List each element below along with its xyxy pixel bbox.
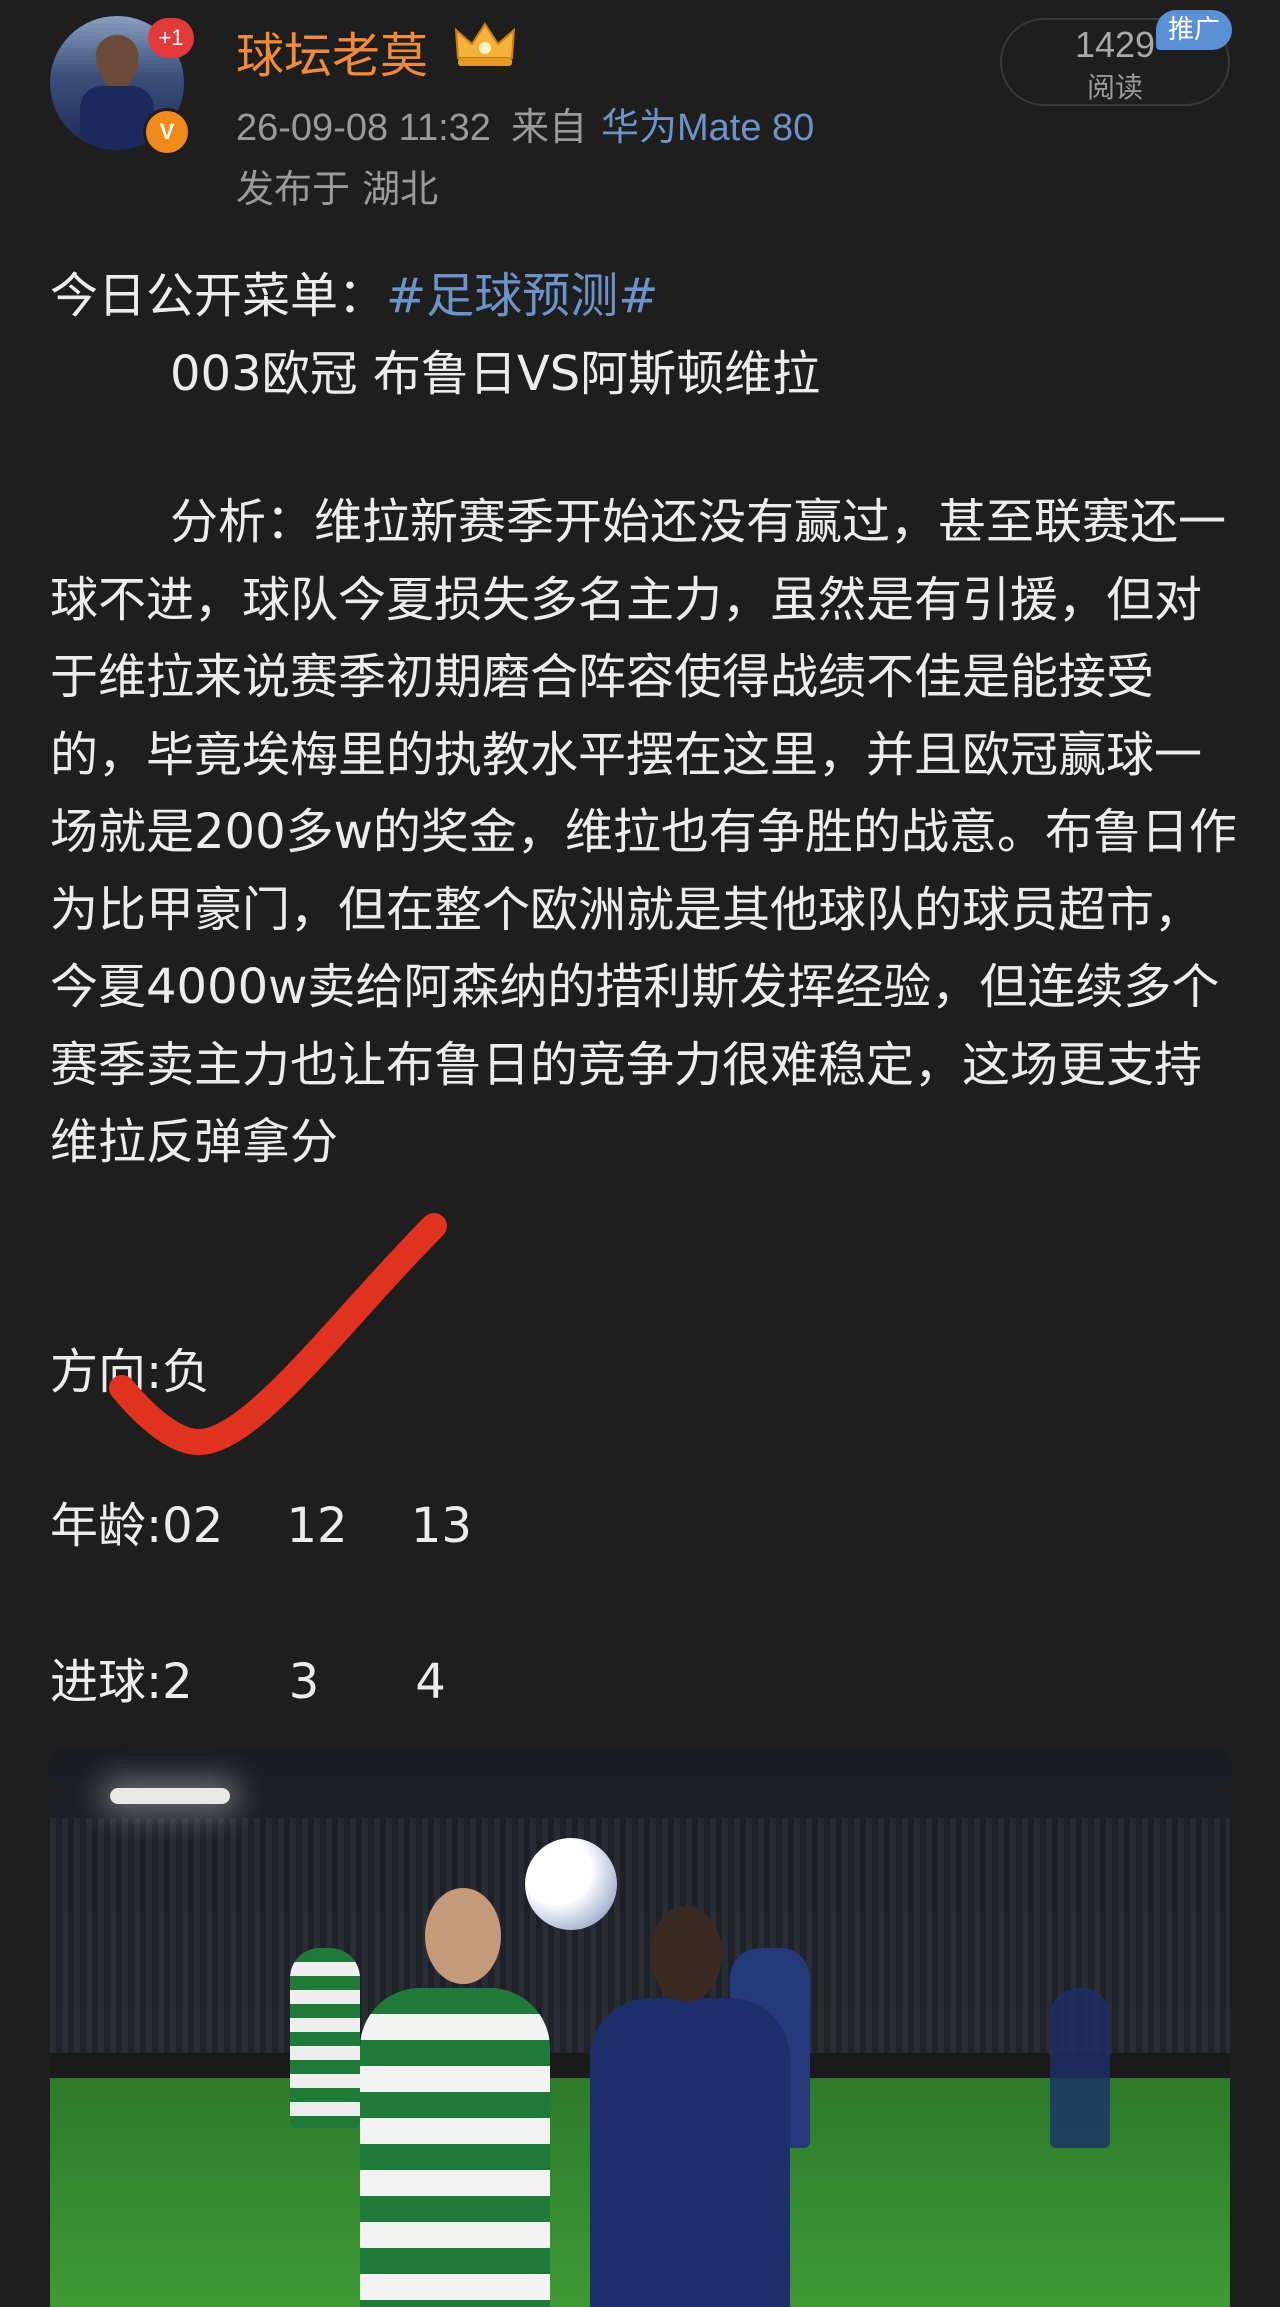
check-mark-icon (109, 1213, 447, 1455)
crown-icon (454, 22, 516, 66)
menu-line: 今日公开菜单：#足球预测# (50, 256, 658, 326)
from-label: 来自 (510, 107, 587, 149)
football (525, 1838, 617, 1930)
device-link[interactable]: 华为Mate 80 (601, 107, 814, 149)
timestamp: 26-09-08 11:32 (236, 107, 491, 149)
player-feyenoord (590, 1998, 790, 2307)
player-celtic (360, 1988, 550, 2307)
promo-tag[interactable]: 推广 (1156, 10, 1232, 50)
player-head (425, 1888, 501, 1984)
location: 发布于 湖北 (236, 167, 439, 211)
menu-prefix: 今日公开菜单： (50, 268, 387, 324)
follow-plus-badge[interactable]: +1 (148, 18, 194, 58)
read-label: 阅读 (1086, 71, 1143, 104)
analysis-text: 分析：维拉新赛季开始还没有赢过，甚至联赛还一球不进，球队今夏损失多名主力，虽然是… (50, 494, 1237, 1170)
post-meta: 26-09-08 11:32 来自 华为Mate 80 (236, 96, 814, 151)
post-photo[interactable] (50, 1748, 1230, 2307)
match-line: 003欧冠 布鲁日VS阿斯顿维拉 (170, 346, 821, 402)
player-background (1050, 1988, 1110, 2148)
player-head (650, 1906, 722, 2002)
avatar-shirt (80, 86, 154, 150)
stadium-lights (110, 1788, 230, 1804)
avatar-head (98, 40, 138, 88)
goals-line: 进球:2 3 4 (50, 1654, 446, 1710)
verified-badge: V (143, 108, 191, 156)
post-header: +1 V 球坛老莫 26-09-08 11:32 来自 华为Mate 80 发布于 … (0, 0, 1280, 220)
age-line: 年龄:02 12 13 (50, 1498, 472, 1554)
username[interactable]: 球坛老莫 (236, 16, 428, 86)
hashtag-link[interactable]: #足球预测# (386, 268, 658, 324)
player-background (290, 1948, 360, 2128)
